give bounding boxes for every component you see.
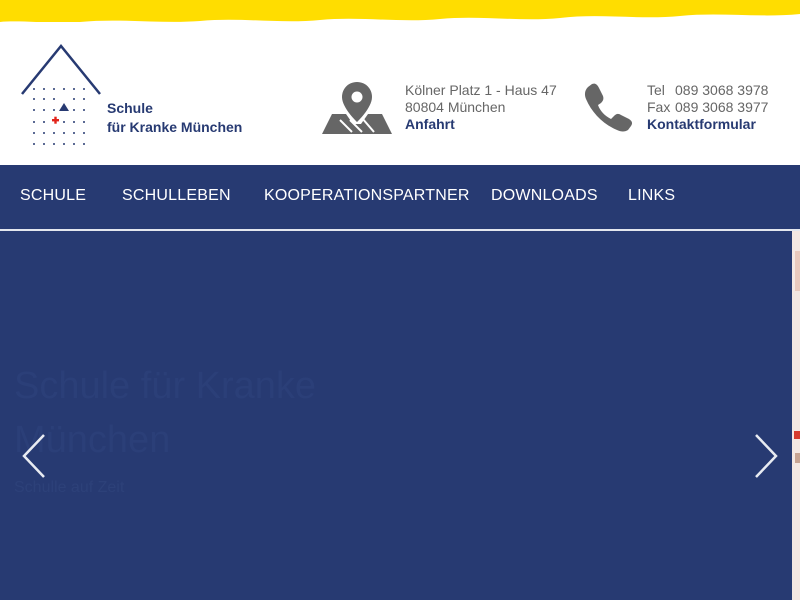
- nav-item-schule[interactable]: SCHULE: [20, 165, 86, 229]
- contact-form-link[interactable]: Kontaktformular: [647, 116, 800, 133]
- nav-item-downloads[interactable]: DOWNLOADS: [491, 165, 598, 229]
- nav-item-kooperationspartner[interactable]: KOOPERATIONSPARTNER: [264, 165, 470, 229]
- chevron-left-icon[interactable]: [20, 431, 50, 481]
- hero-title: Schule für Kranke München: [14, 365, 317, 461]
- contact-text: Tel 089 3068 3978 Fax 089 3068 3977 Kontak…: [647, 82, 800, 133]
- logo-text: Schule für Kranke München: [107, 99, 242, 137]
- directions-link[interactable]: Anfahrt: [405, 116, 575, 133]
- hero-subtitle: Schulle auf Zeit: [14, 479, 125, 496]
- main-nav: SCHULE SCHULLEBEN KOOPERATIONSPARTNER DO…: [0, 165, 800, 229]
- hero-slider: Schule für Kranke München Schulle auf Ze…: [0, 231, 800, 600]
- chevron-right-icon[interactable]: [750, 431, 780, 481]
- address-line1: Kölner Platz 1 - Haus 47: [405, 82, 557, 98]
- nav-item-schulleben[interactable]: SCHULLEBEN: [122, 165, 231, 229]
- tel-number[interactable]: 089 3068 3978: [675, 82, 768, 98]
- fax-label: Fax: [647, 99, 671, 115]
- logo-name-line1: Schule: [107, 100, 153, 116]
- tel-label: Tel: [647, 82, 665, 98]
- fax-number: 089 3068 3977: [675, 99, 769, 115]
- address-line2: 80804 München: [405, 99, 506, 115]
- tel-row: Tel 089 3068 3978: [647, 82, 800, 99]
- fax-row: Fax 089 3068 3977: [647, 99, 800, 116]
- nav-item-links[interactable]: LINKS: [628, 165, 675, 229]
- logo-house-icon: [21, 44, 101, 145]
- address-text: Kölner Platz 1 - Haus 47 80804 München A…: [405, 82, 575, 133]
- school-logo[interactable]: Schule für Kranke München: [20, 44, 260, 154]
- phone-icon: [584, 83, 633, 132]
- map-location-icon: [322, 82, 392, 134]
- logo-name-line2: für Kranke München: [107, 119, 243, 135]
- slide-image-edge: [792, 231, 800, 600]
